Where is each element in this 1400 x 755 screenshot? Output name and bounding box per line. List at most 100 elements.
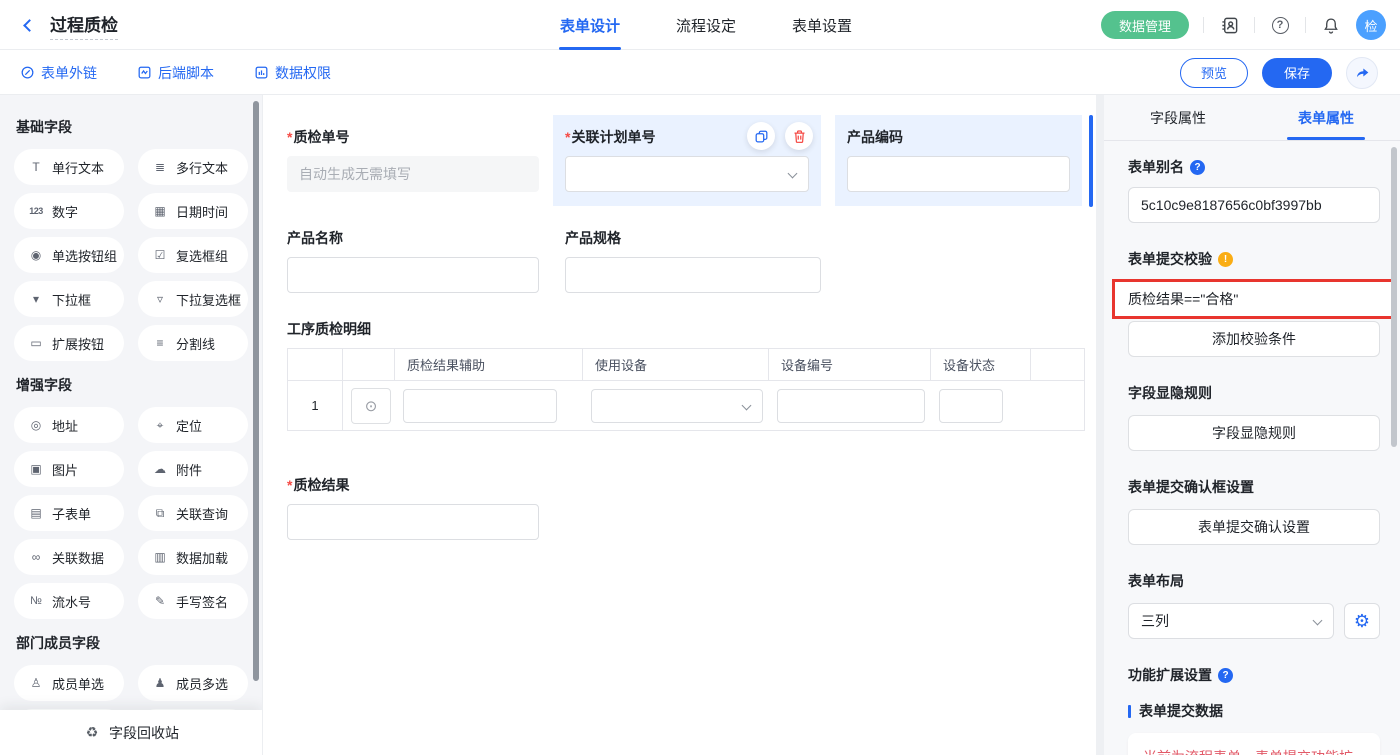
submit-confirm-button[interactable]: 表单提交确认设置: [1128, 509, 1380, 545]
checkbox-group-icon: ☑: [151, 248, 169, 262]
field-item-divider[interactable]: ≡分割线: [138, 325, 248, 361]
gear-icon: ⚙: [1354, 611, 1370, 632]
inspection-no-input[interactable]: 自动生成无需填写: [287, 156, 539, 192]
share-button[interactable]: [1346, 57, 1378, 89]
product-spec-input[interactable]: [565, 257, 821, 293]
field-item-address[interactable]: ◎地址: [14, 407, 124, 443]
selection-indicator-bar: [1089, 115, 1093, 207]
field-item-data-load[interactable]: ▥数据加载: [138, 539, 248, 575]
section-heading-enhanced-fields: 增强字段: [16, 375, 246, 395]
tab-field-properties[interactable]: 字段属性: [1104, 95, 1252, 140]
related-plan-no-select[interactable]: [565, 156, 809, 192]
product-code-input[interactable]: [847, 156, 1070, 192]
share-arrow-icon: [1354, 65, 1370, 80]
field-product-spec[interactable]: 产品规格: [565, 228, 821, 293]
result-aid-input[interactable]: [403, 389, 557, 423]
field-recycle-bin[interactable]: ♻ 字段回收站: [0, 710, 262, 755]
field-product-code-highlighted[interactable]: 产品编码: [835, 115, 1082, 206]
user-avatar[interactable]: 检: [1356, 10, 1386, 40]
tab-flow-setting[interactable]: 流程设定: [676, 0, 736, 50]
tab-form-properties[interactable]: 表单属性: [1252, 95, 1400, 140]
field-item-member-single[interactable]: ♙成员单选: [14, 665, 124, 701]
data-permission-link[interactable]: 数据权限: [254, 63, 331, 83]
sidebar-scrollbar[interactable]: [253, 101, 259, 681]
tab-form-setting[interactable]: 表单设置: [792, 0, 852, 50]
radio-widget[interactable]: ⊙: [351, 388, 391, 424]
help-icon[interactable]: ?: [1269, 14, 1291, 36]
field-item-linked-query[interactable]: ⧉关联查询: [138, 495, 248, 531]
field-item-single-line-text[interactable]: T单行文本: [14, 149, 124, 185]
field-item-datetime[interactable]: ▦日期时间: [138, 193, 248, 229]
field-related-plan-no-selected[interactable]: *关联计划单号: [553, 115, 821, 206]
tab-form-design[interactable]: 表单设计: [560, 0, 620, 50]
equipment-no-input[interactable]: [777, 389, 925, 423]
field-item-dropdown[interactable]: ▾下拉框: [14, 281, 124, 317]
layout-select[interactable]: 三列: [1128, 603, 1334, 639]
field-item-multi-dropdown[interactable]: ▿下拉复选框: [138, 281, 248, 317]
signature-icon: ✎: [151, 594, 169, 608]
dropdown-icon: ▾: [27, 292, 45, 306]
form-external-link[interactable]: 表单外链: [20, 63, 97, 83]
delete-field-button[interactable]: [785, 122, 813, 150]
linked-query-icon: ⧉: [151, 506, 169, 521]
help-badge-icon[interactable]: ?: [1190, 160, 1205, 175]
equipment-cell: [583, 381, 769, 431]
property-tabs: 字段属性 表单属性: [1104, 95, 1400, 141]
chevron-down-icon: [741, 400, 751, 410]
divider: [1203, 17, 1204, 33]
data-manage-button[interactable]: 数据管理: [1101, 11, 1189, 39]
help-badge-icon[interactable]: ?: [1218, 668, 1233, 683]
notification-bell-icon[interactable]: [1320, 14, 1342, 36]
field-label: *质检单号: [287, 127, 539, 147]
field-item-image[interactable]: ▣图片: [14, 451, 124, 487]
field-item-multi-line-text[interactable]: ≣多行文本: [138, 149, 248, 185]
field-label: 产品编码: [847, 127, 1070, 147]
field-item-location[interactable]: ⌖定位: [138, 407, 248, 443]
inspection-result-input[interactable]: [287, 504, 539, 540]
form-layout-row: 三列 ⚙: [1128, 603, 1380, 639]
col-header-equipment-status: 设备状态: [931, 349, 1031, 381]
form-row-2: 产品名称 产品规格: [287, 228, 1082, 293]
field-item-subform[interactable]: ▤子表单: [14, 495, 124, 531]
multi-dropdown-icon: ▿: [151, 292, 169, 306]
form-alias-input[interactable]: 5c10c9e8187656c0bf3997bb: [1128, 187, 1380, 223]
field-item-attachment[interactable]: ☁附件: [138, 451, 248, 487]
contacts-icon[interactable]: [1218, 14, 1240, 36]
subform-title: 工序质检明细: [287, 319, 1082, 339]
validation-rule-text[interactable]: 质检结果=="合格": [1128, 289, 1238, 309]
field-item-linked-data[interactable]: ∞关联数据: [14, 539, 124, 575]
extension-settings-heading: 功能扩展设置 ?: [1128, 665, 1380, 685]
layout-settings-button[interactable]: ⚙: [1344, 603, 1380, 639]
subform-process-inspection[interactable]: 工序质检明细 质检结果辅助 使用设备 设备编号 设备状态: [287, 319, 1082, 431]
field-inspection-result[interactable]: *质检结果: [287, 475, 1082, 540]
field-item-signature[interactable]: ✎手写签名: [138, 583, 248, 619]
equipment-status-input[interactable]: [939, 389, 1003, 423]
equipment-select[interactable]: [591, 389, 763, 423]
field-product-name[interactable]: 产品名称: [287, 228, 539, 293]
back-button[interactable]: [16, 14, 38, 36]
preview-button[interactable]: 预览: [1180, 58, 1248, 88]
display-rules-button[interactable]: 字段显隐规则: [1128, 415, 1380, 451]
field-item-radio-group[interactable]: ◉单选按钮组: [14, 237, 124, 273]
backend-script-link[interactable]: 后端脚本: [137, 63, 214, 83]
field-item-extend-button[interactable]: ▭扩展按钮: [14, 325, 124, 361]
product-name-input[interactable]: [287, 257, 539, 293]
panel-scrollbar[interactable]: [1391, 147, 1397, 447]
col-header-equipment-no: 设备编号: [769, 349, 931, 381]
extend-button-icon: ▭: [27, 336, 45, 350]
copy-field-button[interactable]: [747, 122, 775, 150]
field-item-number[interactable]: 123数字: [14, 193, 124, 229]
field-item-checkbox-group[interactable]: ☑复选框组: [138, 237, 248, 273]
canvas-panel-gap: [1096, 95, 1104, 755]
add-validation-button[interactable]: 添加校验条件: [1128, 321, 1380, 357]
attachment-icon: ☁: [151, 462, 169, 476]
field-item-member-multi[interactable]: ♟成员多选: [138, 665, 248, 701]
single-line-text-icon: T: [27, 160, 45, 174]
field-item-serial-number[interactable]: №流水号: [14, 583, 124, 619]
page-title[interactable]: 过程质检: [50, 11, 118, 40]
save-button[interactable]: 保存: [1262, 58, 1332, 88]
divider: [1254, 17, 1255, 33]
warning-badge-icon[interactable]: !: [1218, 252, 1233, 267]
app: 过程质检 表单设计 流程设定 表单设置 数据管理 ?: [0, 0, 1400, 755]
field-inspection-no[interactable]: *质检单号 自动生成无需填写: [287, 115, 539, 206]
